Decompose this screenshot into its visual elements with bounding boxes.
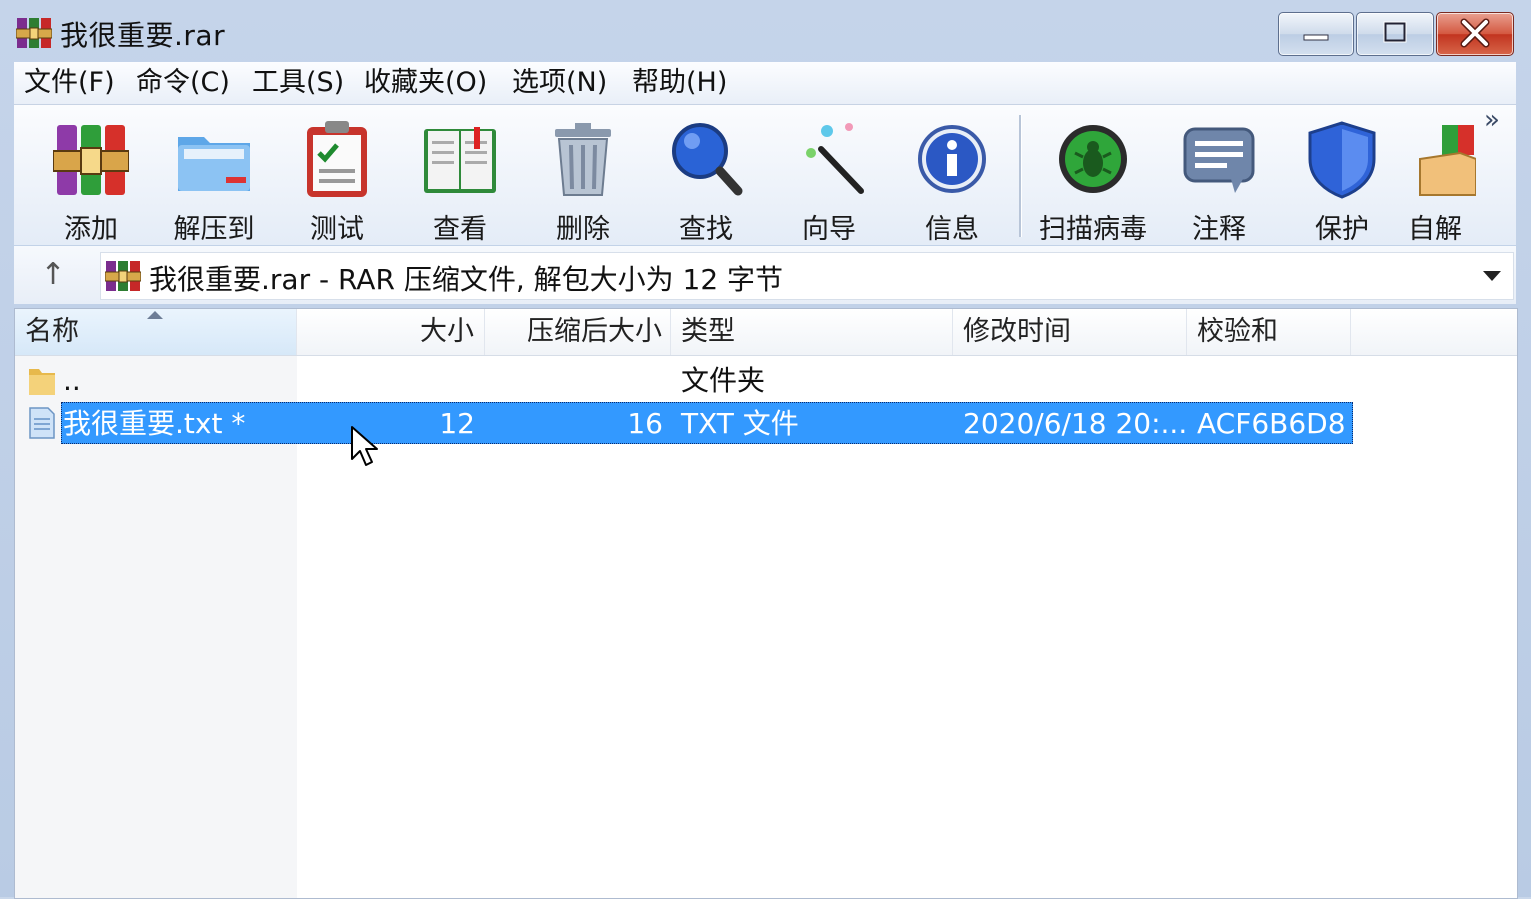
test-button[interactable]: 测试 <box>282 113 392 245</box>
row-size: 12 <box>439 407 475 440</box>
comment-icon <box>1183 127 1255 193</box>
magic-wand-icon <box>806 123 864 194</box>
shield-icon <box>1308 121 1376 199</box>
menu-favorites[interactable]: 收藏夹(O) <box>360 64 491 102</box>
mouse-cursor-icon <box>351 426 378 466</box>
sort-ascending-icon <box>147 311 163 319</box>
trash-can-icon <box>555 123 611 196</box>
address-bar: ↑ 我很重要.rar - RAR 压缩文件, 解包大小为 12 字节 <box>14 246 1516 304</box>
address-text: 我很重要.rar - RAR 压缩文件, 解包大小为 12 字节 <box>149 263 784 296</box>
find-label: 查找 <box>679 214 733 245</box>
view-button[interactable]: 查看 <box>405 113 515 245</box>
toolbar-overflow-icon[interactable]: » <box>1484 105 1500 135</box>
info-button[interactable]: 信息 <box>897 113 1007 245</box>
add-label: 添加 <box>64 214 118 245</box>
comment-label: 注释 <box>1192 214 1246 245</box>
list-item-parent-folder[interactable]: .. 文件夹 <box>15 359 1517 403</box>
sfx-button[interactable]: 自解 <box>1394 113 1476 241</box>
test-clipboard-icon <box>307 121 367 197</box>
comment-button[interactable]: 注释 <box>1164 113 1274 245</box>
sfx-box-icon <box>1419 125 1476 196</box>
menu-options[interactable]: 选项(N) <box>508 64 611 102</box>
up-folder-button[interactable]: ↑ <box>34 258 72 292</box>
row-type: TXT 文件 <box>681 407 799 440</box>
menu-commands[interactable]: 命令(C) <box>132 64 234 102</box>
up-arrow-icon: ↑ <box>40 257 66 292</box>
maximize-icon <box>1383 21 1407 43</box>
row-checksum: ACF6B6D8 <box>1197 407 1346 440</box>
test-label: 测试 <box>310 214 364 245</box>
protect-button[interactable]: 保护 <box>1287 113 1397 245</box>
add-button[interactable]: 添加 <box>36 113 146 245</box>
column-packed-size[interactable]: 压缩后大小 <box>485 309 671 355</box>
title-bar[interactable]: 我很重要.rar <box>0 0 1531 62</box>
address-field[interactable]: 我很重要.rar - RAR 压缩文件, 解包大小为 12 字节 <box>100 252 1514 300</box>
menu-bar: 文件(F) 命令(C) 工具(S) 收藏夹(O) 选项(N) 帮助(H) <box>14 62 1516 105</box>
column-checksum[interactable]: 校验和 <box>1187 309 1351 355</box>
row-name: .. <box>63 364 81 397</box>
window-title: 我很重要.rar <box>60 19 226 52</box>
sfx-label: 自解 <box>1408 214 1462 241</box>
view-label: 查看 <box>433 214 487 245</box>
menu-file[interactable]: 文件(F) <box>20 64 119 102</box>
wizard-button[interactable]: 向导 <box>774 113 884 245</box>
column-modified[interactable]: 修改时间 <box>953 309 1187 355</box>
column-header: 名称 大小 压缩后大小 类型 修改时间 校验和 <box>15 309 1517 356</box>
maximize-button[interactable] <box>1356 12 1434 56</box>
minimize-button[interactable] <box>1278 12 1354 56</box>
info-icon <box>918 125 986 193</box>
text-file-icon <box>29 407 55 439</box>
row-name: 我很重要.txt * <box>63 407 246 440</box>
close-button[interactable] <box>1436 12 1514 56</box>
scan-virus-button[interactable]: 扫描病毒 <box>1035 113 1151 245</box>
toolbar-separator <box>1019 115 1022 237</box>
scan-virus-label: 扫描病毒 <box>1039 214 1147 245</box>
winrar-window: 我很重要.rar 文件(F) 命令(C) 工具(S) 收藏夹(O) 选项(N) … <box>0 0 1531 899</box>
magnifier-icon <box>672 123 743 196</box>
menu-help[interactable]: 帮助(H) <box>628 64 731 102</box>
info-label: 信息 <box>925 214 979 245</box>
delete-button[interactable]: 删除 <box>528 113 638 245</box>
rar-archive-icon <box>105 261 141 291</box>
delete-label: 删除 <box>556 214 610 245</box>
row-modified: 2020/6/18 20:... <box>963 407 1188 440</box>
extract-to-button[interactable]: 解压到 <box>159 113 269 245</box>
extract-folder-icon <box>178 137 250 191</box>
file-list: 名称 大小 压缩后大小 类型 修改时间 校验和 .. 文件夹 我很重要.txt … <box>14 308 1518 899</box>
row-packed-size: 16 <box>627 407 663 440</box>
folder-icon <box>29 369 55 395</box>
virus-scan-icon <box>1059 125 1127 193</box>
find-button[interactable]: 查找 <box>651 113 761 245</box>
minimize-icon <box>1303 34 1329 41</box>
column-name[interactable]: 名称 <box>15 309 297 355</box>
protect-label: 保护 <box>1315 214 1369 245</box>
menu-tools[interactable]: 工具(S) <box>248 64 348 102</box>
extract-to-label: 解压到 <box>173 214 255 245</box>
list-item-selected-file[interactable]: 我很重要.txt * 12 16 TXT 文件 2020/6/18 20:...… <box>15 402 1517 446</box>
column-type[interactable]: 类型 <box>671 309 953 355</box>
row-type: 文件夹 <box>681 364 766 397</box>
view-book-icon <box>424 127 496 193</box>
wizard-label: 向导 <box>802 214 856 245</box>
toolbar: 添加 解压到 测试 查看 删除 查找 向导 信息 扫描病毒 注释 保护 自解 » <box>14 105 1516 245</box>
address-dropdown-icon[interactable] <box>1483 271 1501 281</box>
add-archive-icon <box>53 125 129 195</box>
winrar-app-icon <box>16 18 52 48</box>
column-size[interactable]: 大小 <box>297 309 485 355</box>
close-icon <box>1460 18 1490 48</box>
